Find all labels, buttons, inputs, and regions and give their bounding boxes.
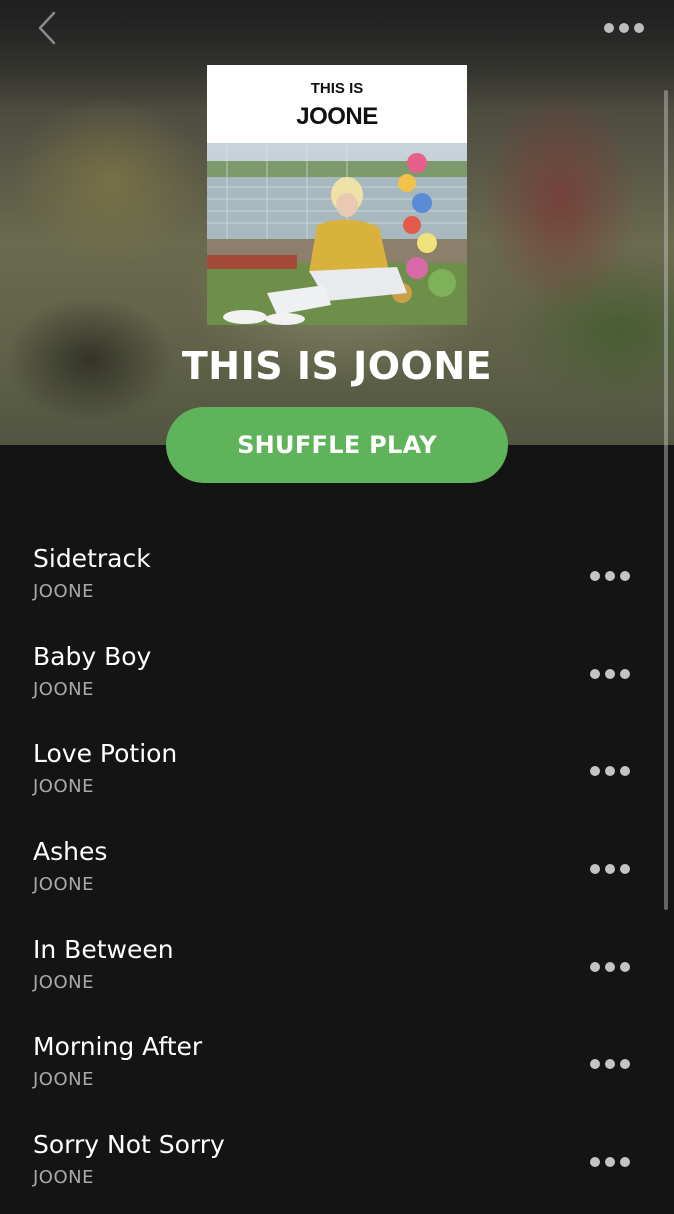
track-artist: JOONE bbox=[33, 678, 94, 700]
playlist-title: THIS IS JOONE bbox=[181, 344, 493, 388]
more-options-icon[interactable] bbox=[603, 18, 645, 38]
more-horizontal-icon[interactable] bbox=[588, 664, 632, 684]
cover-title-area: THIS IS JOONE bbox=[207, 65, 467, 143]
more-horizontal-icon[interactable] bbox=[588, 1152, 632, 1172]
track-title: In Between bbox=[33, 934, 174, 964]
more-horizontal-icon[interactable] bbox=[588, 761, 632, 781]
track-artist: JOONE bbox=[33, 1167, 94, 1189]
more-horizontal-icon[interactable] bbox=[588, 957, 632, 977]
track-title: Sidetrack bbox=[33, 544, 151, 573]
playlist-cover: THIS IS JOONE bbox=[207, 65, 467, 325]
track-row[interactable]: Sidetrack JOONE bbox=[0, 530, 674, 628]
track-title: Sorry Not Sorry bbox=[33, 1130, 225, 1160]
track-artist: JOONE bbox=[33, 874, 94, 896]
cover-title-line1: THIS IS bbox=[310, 80, 364, 97]
track-title: Baby Boy bbox=[33, 641, 152, 671]
more-horizontal-icon[interactable] bbox=[588, 1054, 632, 1074]
cover-photo bbox=[207, 143, 467, 325]
track-row[interactable]: Morning After JOONE bbox=[0, 1018, 674, 1116]
track-row[interactable]: Ashes JOONE bbox=[0, 823, 674, 921]
track-title: Love Potion bbox=[33, 739, 178, 769]
more-horizontal-icon[interactable] bbox=[588, 859, 632, 879]
back-icon[interactable] bbox=[30, 10, 66, 46]
cover-title-line2: JOONE bbox=[296, 103, 378, 130]
track-row[interactable]: Love Potion JOONE bbox=[0, 725, 674, 823]
track-artist: JOONE bbox=[33, 581, 94, 602]
track-artist: JOONE bbox=[33, 1069, 94, 1091]
track-row[interactable]: Sorry Not Sorry JOONE bbox=[0, 1116, 674, 1214]
track-row[interactable]: Baby Boy JOONE bbox=[0, 628, 674, 726]
shuffle-play-button[interactable]: SHUFFLE PLAY bbox=[166, 407, 508, 483]
more-horizontal-icon[interactable] bbox=[588, 566, 632, 586]
track-artist: JOONE bbox=[33, 971, 94, 993]
track-list: Sidetrack JOONE Baby Boy JOONE Love Poti… bbox=[0, 530, 674, 1214]
track-title: Ashes bbox=[33, 837, 108, 867]
track-title: Morning After bbox=[33, 1032, 203, 1062]
track-row[interactable]: In Between JOONE bbox=[0, 921, 674, 1019]
scrollbar[interactable] bbox=[664, 90, 668, 910]
track-artist: JOONE bbox=[33, 776, 94, 798]
